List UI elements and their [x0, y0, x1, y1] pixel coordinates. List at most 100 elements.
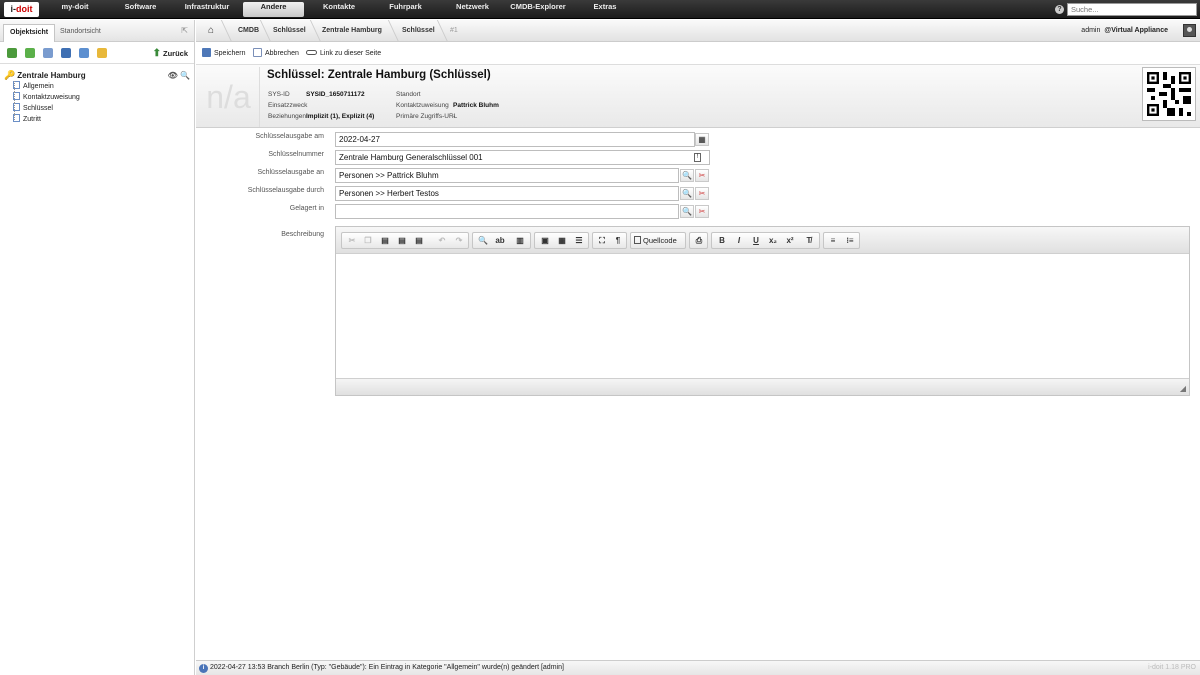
user-info[interactable]: admin @Virtual Appliance [1081, 20, 1168, 42]
idoit-logo[interactable]: i-doit [4, 2, 39, 17]
expand-all-icon[interactable] [25, 48, 35, 58]
image-icon[interactable]: ▣ [538, 234, 552, 248]
relations-value[interactable]: Implizit (1), Explizit (4) [306, 113, 374, 120]
cancel-button[interactable]: Abbrechen [253, 43, 299, 65]
tree-item-schluessel[interactable]: Schlüssel [4, 103, 192, 114]
help-icon[interactable]: ? [1055, 5, 1064, 14]
editor-content-area[interactable] [336, 254, 1189, 379]
qr-code[interactable] [1142, 67, 1196, 121]
search-icon[interactable]: 🔍 [680, 187, 694, 200]
remove-format-icon[interactable]: T̸ [802, 234, 816, 248]
object-image: n/a [198, 67, 260, 127]
expand-icon[interactable]: ⇱ [181, 26, 188, 35]
issued-by-field[interactable]: Personen >> Herbert Testos [335, 186, 679, 201]
nav-andere[interactable]: Andere [243, 2, 304, 17]
search-icon[interactable]: 🔍 [680, 169, 694, 182]
copy-icon[interactable]: ❐ [361, 234, 375, 248]
paste-word-icon[interactable]: ▤ [412, 234, 426, 248]
tree-item-allgemein[interactable]: Allgemein [4, 81, 192, 92]
detach-icon[interactable]: ✂ [695, 187, 709, 200]
contact-value[interactable]: Pattrick Bluhm [453, 102, 499, 109]
paste-text-icon[interactable]: ▤ [395, 234, 409, 248]
subscript-icon[interactable]: x₂ [766, 234, 780, 248]
key-icon: 🔑 [4, 70, 16, 80]
maximize-icon[interactable]: ⛶ [595, 234, 609, 248]
breadcrumb-schluessel-type[interactable]: Schlüssel [273, 20, 306, 42]
issue-date-label: Schlüsselausgabe am [255, 133, 325, 140]
italic-button[interactable]: I [732, 234, 746, 248]
nav-cmdb-explorer[interactable]: CMDB-Explorer [508, 2, 568, 17]
select-all-icon[interactable]: ▥ [513, 234, 527, 248]
superscript-icon[interactable]: x² [783, 234, 797, 248]
status-bar: i 2022-04-27 13:53 Branch Berlin (Typ: "… [196, 660, 1200, 675]
issue-date-row: Schlüsselausgabe am 2022-04-27 ▦ [196, 129, 1200, 147]
table-icon[interactable]: ▦ [555, 234, 569, 248]
home-icon[interactable]: ⌂ [208, 20, 214, 42]
chat-icon[interactable] [79, 48, 89, 58]
stored-in-field[interactable] [335, 204, 679, 219]
tab-standortsicht[interactable]: Standortsicht [54, 24, 107, 42]
nav-my-doit[interactable]: my-doit [55, 2, 95, 17]
bulleted-list-icon[interactable]: ⁝≡ [843, 234, 857, 248]
tree-item-kontaktzuweisung[interactable]: Kontaktzuweisung [4, 92, 192, 103]
back-button[interactable]: ⬆ Zurück [153, 48, 188, 59]
undo-icon[interactable]: ↶ [435, 234, 449, 248]
detach-icon[interactable]: ✂ [695, 205, 709, 218]
replace-icon[interactable]: ab [493, 234, 507, 248]
source-button[interactable]: Quellcode [634, 234, 677, 248]
stored-in-label: Gelagert in [289, 205, 324, 212]
issued-to-row: Schlüsselausgabe an Personen >> Pattrick… [196, 165, 1200, 183]
eye-icon[interactable]: 👁 [168, 71, 178, 80]
show-blocks-icon[interactable]: ¶ [611, 234, 625, 248]
avatar[interactable] [1183, 24, 1196, 37]
issue-date-field[interactable]: 2022-04-27 [335, 132, 695, 147]
nav-infrastruktur[interactable]: Infrastruktur [178, 2, 236, 17]
print-icon[interactable]: ⎙ [692, 234, 706, 248]
redo-icon[interactable]: ↷ [452, 234, 466, 248]
bold-button[interactable]: B [715, 234, 729, 248]
breadcrumb-category[interactable]: Schlüssel [402, 20, 435, 42]
paste-icon[interactable]: ▤ [378, 234, 392, 248]
view-group: ⛶ ¶ [592, 232, 627, 249]
lock-icon[interactable] [97, 48, 107, 58]
search-input[interactable] [1067, 3, 1197, 16]
magnifier-icon[interactable]: 🔍 [180, 71, 190, 80]
tree-view-icon[interactable] [7, 48, 17, 58]
monitor-icon[interactable] [61, 48, 71, 58]
numbered-list-icon[interactable]: ≡ [826, 234, 840, 248]
nav-extras[interactable]: Extras [586, 2, 624, 17]
object-tree: 🔑 Zentrale Hamburg 👁 🔍 Allgemein Kontaktz… [4, 70, 192, 125]
description-editor[interactable]: ✂ ❐ ▤ ▤ ▤ ↶ ↷ 🔍 ab ▥ ▣ ▦ ☰ ⛶ ¶ Quellcode… [335, 226, 1190, 396]
nav-software[interactable]: Software [118, 2, 163, 17]
nav-kontakte[interactable]: Kontakte [318, 2, 360, 17]
save-button[interactable]: Speichern [202, 43, 246, 65]
list-view-icon[interactable] [43, 48, 53, 58]
calendar-icon[interactable]: ▦ [695, 133, 709, 146]
resize-handle-icon[interactable]: ◢ [1180, 384, 1186, 393]
horizontal-line-icon[interactable]: ☰ [572, 234, 586, 248]
issued-to-field[interactable]: Personen >> Pattrick Bluhm [335, 168, 679, 183]
find-icon[interactable]: 🔍 [476, 234, 490, 248]
tree-root[interactable]: 🔑 Zentrale Hamburg 👁 🔍 [4, 70, 192, 81]
nav-netzwerk[interactable]: Netzwerk [450, 2, 495, 17]
search-icon[interactable]: 🔍 [680, 205, 694, 218]
breadcrumb: ⌂ CMDB Schlüssel Zentrale Hamburg Schlüs… [196, 20, 1200, 42]
tree-item-zutritt[interactable]: Zutritt [4, 114, 192, 125]
tab-objektsicht[interactable]: Objektsicht [3, 24, 56, 42]
info-field-icon[interactable]: ! [694, 153, 701, 162]
editor-footer: ◢ [336, 378, 1189, 395]
link-button[interactable]: Link zu dieser Seite [306, 43, 381, 65]
key-number-field[interactable]: Zentrale Hamburg Generalschlüssel 001 [335, 150, 710, 165]
insert-group: ▣ ▦ ☰ [534, 232, 589, 249]
contact-label: Kontaktzuweisung [396, 102, 449, 109]
detach-icon[interactable]: ✂ [695, 169, 709, 182]
underline-button[interactable]: U [749, 234, 763, 248]
save-icon [202, 48, 211, 57]
cut-icon[interactable]: ✂ [345, 234, 359, 248]
breadcrumb-entry: #1 [450, 27, 458, 34]
issued-by-label: Schlüsselausgabe durch [247, 187, 324, 194]
left-toolbar: ⬆ Zurück [0, 42, 194, 64]
breadcrumb-object[interactable]: Zentrale Hamburg [322, 20, 382, 42]
source-icon [634, 236, 641, 244]
nav-fuhrpark[interactable]: Fuhrpark [383, 2, 428, 17]
